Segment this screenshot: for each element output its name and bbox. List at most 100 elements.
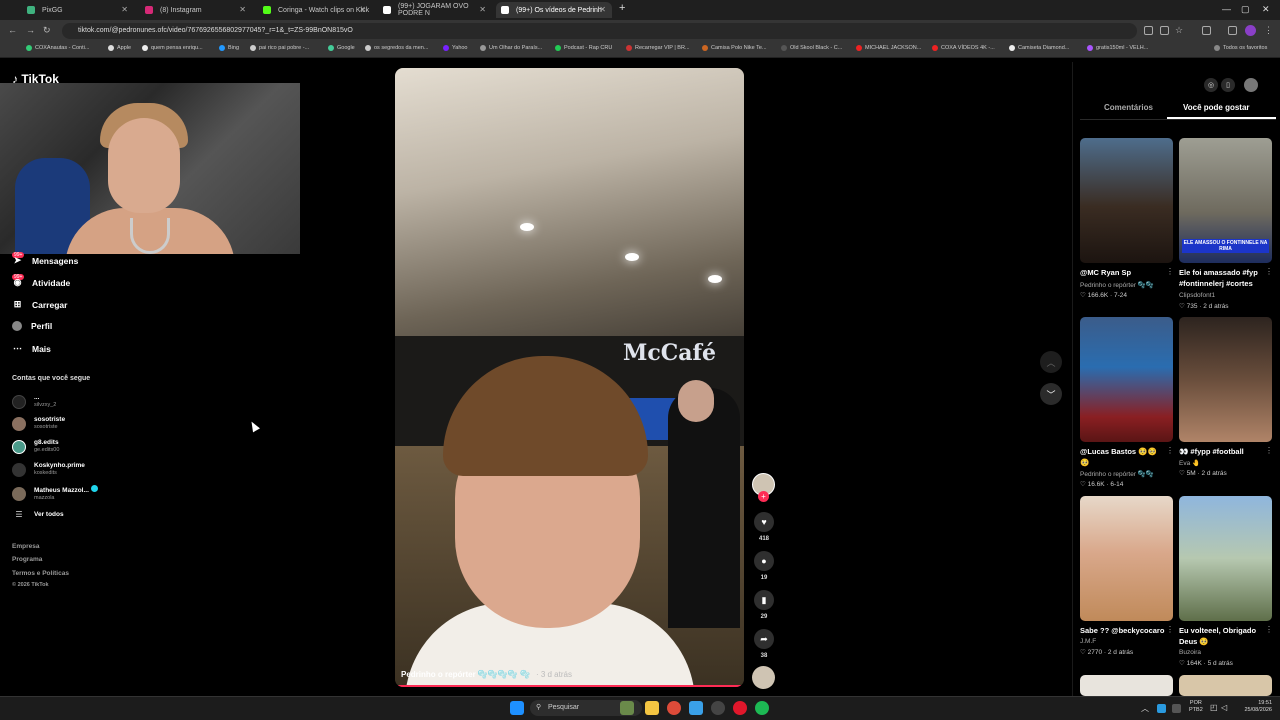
- profile-avatar[interactable]: [1245, 25, 1256, 36]
- tab-comentarios[interactable]: Comentários: [1104, 103, 1153, 112]
- comment-button[interactable]: ● 19: [752, 551, 776, 581]
- menu-icon[interactable]: ⋮: [1264, 25, 1273, 36]
- card-author[interactable]: Eva 🤚: [1179, 459, 1200, 467]
- keyboard-language[interactable]: POR PTB2: [1189, 700, 1203, 714]
- following-item[interactable]: sosotriste sosotriste: [12, 416, 65, 431]
- tray-chevron-icon[interactable]: ︿: [1141, 705, 1149, 713]
- suggested-video-thumb[interactable]: [1080, 496, 1173, 621]
- card-title[interactable]: 👀 #fypp #football: [1179, 446, 1267, 457]
- bookmark-item[interactable]: Camisa Polo Nike Te...: [702, 45, 767, 51]
- chrome-icon[interactable]: [667, 701, 681, 715]
- star-icon[interactable]: ☆: [1175, 25, 1183, 36]
- bookmark-item[interactable]: Podcast - Rap CRU: [555, 45, 612, 51]
- suggested-video-thumb[interactable]: [1080, 138, 1173, 263]
- close-icon[interactable]: ✕: [479, 5, 486, 14]
- tab-tiktok-ovo[interactable]: (99+) JOGARAM OVO PODRE N ✕: [378, 2, 492, 18]
- reload-icon[interactable]: ↻: [43, 25, 51, 36]
- sidepanel-icon[interactable]: [1228, 26, 1237, 35]
- following-item[interactable]: g8.edits ge.edits00: [12, 439, 59, 454]
- card-menu-icon[interactable]: ⋮: [1265, 446, 1273, 455]
- nav-atividade[interactable]: ◉ Atividade: [12, 277, 71, 288]
- bookmark-item[interactable]: Todos os favoritos: [1214, 45, 1267, 51]
- close-icon[interactable]: ✕: [239, 5, 246, 14]
- video-player[interactable]: McCafé Pedrinho o repórter 🫧🫧🫧🫧 🫧 · 3 d a…: [395, 68, 744, 687]
- tab-pixgg[interactable]: PixGG ✕: [22, 2, 134, 18]
- extensions-icon[interactable]: [1202, 26, 1211, 35]
- like-button[interactable]: ♥ 418: [752, 512, 776, 542]
- bookmark-item[interactable]: Yahoo: [443, 45, 468, 51]
- bookmark-item[interactable]: COXA VÍDEOS 4K -...: [932, 45, 995, 51]
- file-explorer-icon[interactable]: [645, 701, 659, 715]
- spotify-icon[interactable]: [755, 701, 769, 715]
- cast-icon[interactable]: [1160, 26, 1169, 35]
- tab-tiktok-pedrinho[interactable]: (99+) Os vídeos de Pedrinh ✕: [496, 2, 612, 18]
- tab-kick[interactable]: Coringa - Watch clips on Kick ✕: [258, 2, 372, 18]
- back-icon[interactable]: ←: [8, 25, 17, 35]
- share-button[interactable]: ➦ 38: [752, 629, 776, 659]
- card-author[interactable]: Pedrinho o repórter 🫧🫧: [1080, 281, 1154, 289]
- card-menu-icon[interactable]: ⋮: [1265, 267, 1273, 276]
- compass-icon[interactable]: ◎: [1204, 78, 1218, 92]
- footer-empresa[interactable]: Empresa: [12, 543, 39, 550]
- card-menu-icon[interactable]: ⋮: [1166, 267, 1174, 276]
- following-item[interactable]: ... silvzxy_2: [12, 394, 56, 409]
- bookmark-item[interactable]: Apple: [108, 45, 131, 51]
- card-title[interactable]: Eu volteeel, Obrigado Deus 🥺: [1179, 625, 1267, 647]
- nav-carregar[interactable]: ⊞ Carregar: [12, 299, 68, 310]
- volume-icon[interactable]: ◁: [1221, 704, 1227, 712]
- url-field[interactable]: tiktok.com/@pedronunes.ofc/video/7676926…: [62, 23, 1137, 39]
- bookmark-item[interactable]: Old Skool Black - C...: [781, 45, 842, 51]
- obs-icon[interactable]: [711, 701, 725, 715]
- close-icon[interactable]: ✕: [599, 5, 606, 14]
- card-title[interactable]: @Lucas Bastos 🥺🥺 🥺: [1080, 446, 1168, 468]
- video-progress-bar[interactable]: [395, 685, 744, 687]
- widgets-icon[interactable]: [620, 701, 634, 715]
- card-menu-icon[interactable]: ⋮: [1166, 446, 1174, 455]
- bookmark-item[interactable]: Bing: [219, 45, 239, 51]
- maximize-button[interactable]: ▢: [1241, 4, 1250, 15]
- suggested-video-thumb[interactable]: [1080, 675, 1173, 696]
- minimize-button[interactable]: —: [1222, 4, 1231, 14]
- card-menu-icon[interactable]: ⋮: [1166, 625, 1174, 634]
- previous-video-button[interactable]: ︿: [1040, 351, 1062, 373]
- music-disc-avatar[interactable]: [752, 666, 775, 689]
- close-icon[interactable]: ✕: [121, 5, 128, 14]
- bookmark-item[interactable]: Recarregar VIP | BR...: [626, 45, 690, 51]
- close-window-button[interactable]: ✕: [1262, 4, 1270, 15]
- suggested-video-thumb[interactable]: [1080, 317, 1173, 442]
- app-icon[interactable]: [689, 701, 703, 715]
- card-author[interactable]: Clipsdofont1: [1179, 292, 1215, 299]
- footer-programa[interactable]: Programa: [12, 556, 42, 563]
- tab-instagram[interactable]: (8) Instagram ✕: [140, 2, 252, 18]
- card-author[interactable]: J.M.F: [1080, 638, 1096, 645]
- suggested-video-thumb[interactable]: [1179, 675, 1272, 696]
- bookmark-item[interactable]: quem pensa enriqu...: [142, 45, 203, 51]
- following-item[interactable]: Koskynho.prime koskedits: [12, 462, 85, 477]
- card-author[interactable]: Buzoira: [1179, 649, 1201, 656]
- new-tab-button[interactable]: +: [619, 2, 625, 14]
- card-author[interactable]: Pedrinho o repórter 🫧🫧: [1080, 470, 1154, 478]
- clock[interactable]: 19:51 25/08/2026: [1236, 700, 1272, 714]
- bookmark-item[interactable]: COXAnautas - Conti...: [26, 45, 89, 51]
- bookmark-item[interactable]: Um Olhar do Paraís...: [480, 45, 542, 51]
- card-title[interactable]: Ele foi amassado #fyp #fontinnelerj #cor…: [1179, 267, 1267, 289]
- follow-plus-icon[interactable]: +: [758, 491, 769, 502]
- save-button[interactable]: ▮ 29: [752, 590, 776, 620]
- footer-termos[interactable]: Termos e Políticas: [12, 570, 69, 577]
- card-title[interactable]: Sabe ?? @beckycocaro: [1080, 625, 1168, 636]
- forward-icon[interactable]: →: [26, 25, 35, 35]
- nav-perfil[interactable]: Perfil: [12, 321, 52, 331]
- video-caption[interactable]: Pedrinho o repórter 🫧🫧🫧🫧 🫧 · 3 d atrás: [401, 670, 572, 679]
- translate-icon[interactable]: [1144, 26, 1153, 35]
- opera-icon[interactable]: [733, 701, 747, 715]
- see-all-button[interactable]: ☰ Ver todos: [12, 510, 63, 519]
- close-icon[interactable]: ✕: [359, 5, 366, 14]
- suggested-video-thumb[interactable]: ELE AMASSOU O FONTINNELE NA RIMA: [1179, 138, 1272, 263]
- nav-mensagens[interactable]: ➤ Mensagens: [12, 255, 79, 266]
- bookmark-item[interactable]: pai rico pai pobre -...: [250, 45, 309, 51]
- following-item[interactable]: Matheus Mazzol... mazzola: [12, 485, 98, 502]
- nav-mais[interactable]: ⋯ Mais: [12, 343, 51, 354]
- bookmark-item[interactable]: Google: [328, 45, 355, 51]
- tray-app-icon[interactable]: [1172, 704, 1181, 713]
- suggested-video-thumb[interactable]: [1179, 317, 1272, 442]
